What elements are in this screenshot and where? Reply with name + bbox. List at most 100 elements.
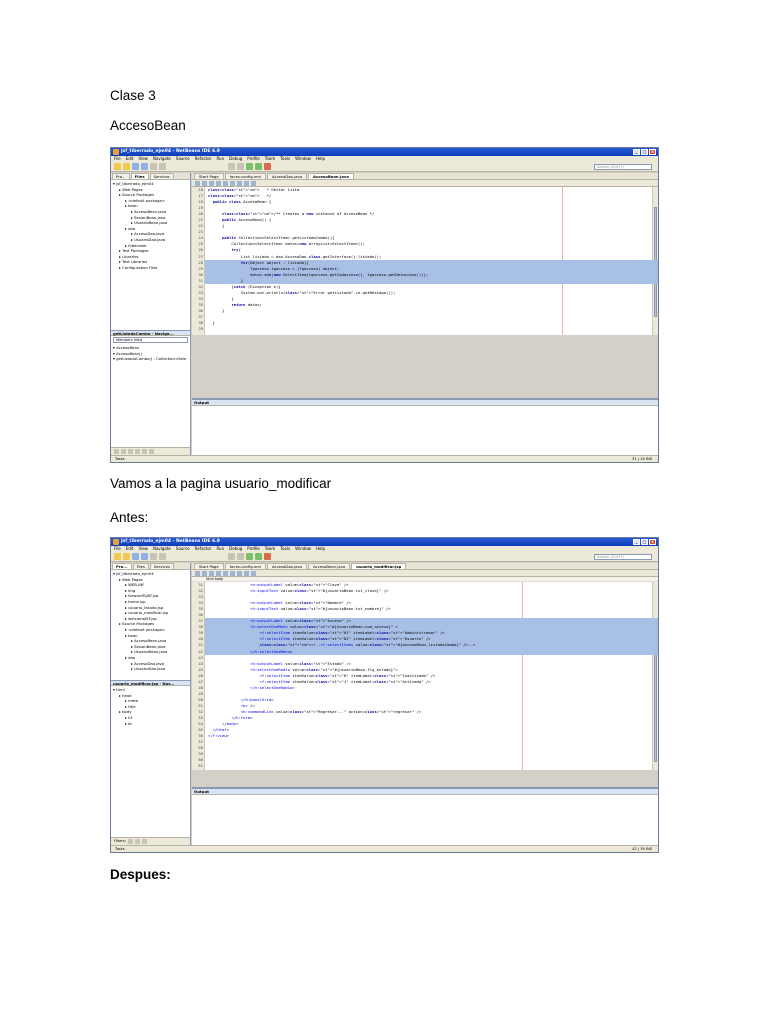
comment-icon[interactable] — [237, 180, 242, 186]
projects-tabs-item[interactable]: Services — [149, 173, 174, 179]
code-text[interactable] — [205, 326, 658, 332]
history-icon[interactable] — [202, 180, 207, 186]
filter-icon[interactable] — [149, 449, 154, 454]
output-pane: Output — [192, 398, 658, 455]
new-file-icon[interactable] — [114, 553, 121, 560]
back-icon[interactable] — [209, 570, 214, 576]
code-editor[interactable]: 16 class=class="st">"cm"> * Getter Lista 1… — [192, 187, 658, 335]
window-titlebar: jsf_tiberrado_ejm04 - NetBeans IDE 6.9 _… — [111, 148, 658, 156]
code-line[interactable]: 61 — [192, 763, 658, 769]
macro-icon[interactable] — [251, 570, 256, 576]
open-project-icon[interactable] — [132, 163, 139, 170]
run-icon[interactable] — [246, 163, 253, 170]
editor-tabs-item[interactable]: faces-config.xml — [224, 173, 266, 179]
search-input[interactable]: Search (Ctrl+I) — [594, 164, 652, 170]
debug-icon[interactable] — [255, 553, 262, 560]
status-bar: Tasks 31 | 14 INS — [111, 455, 658, 462]
output-pane: Output — [192, 787, 658, 845]
tasks-label[interactable]: Tasks — [115, 847, 125, 851]
source-icon[interactable] — [195, 180, 200, 186]
toggle-bookmark-icon[interactable] — [230, 180, 235, 186]
maximize-button[interactable]: □ — [641, 149, 648, 155]
editor-tabs-item[interactable]: usuario_modificar.jsp — [351, 563, 407, 569]
search-input[interactable]: Search (Ctrl+I) — [594, 554, 652, 560]
filter-icon[interactable] — [128, 449, 133, 454]
projects-tabs-item[interactable]: Files — [132, 563, 149, 569]
filter-icon[interactable] — [141, 839, 147, 844]
debug-icon[interactable] — [255, 163, 262, 170]
projects-pane: Pro... Files Services ▾ jsf_tiberrado_ejm0… — [111, 563, 191, 845]
comment-icon[interactable] — [237, 570, 242, 576]
redo-icon[interactable] — [159, 553, 166, 560]
clean-build-icon[interactable] — [237, 163, 244, 170]
navigator-toolbar: Filters: — [111, 837, 190, 845]
netbeans-screenshot-usuario-modificar: jsf_tiberrado_ejm04 - NetBeans IDE 6.9 _… — [110, 537, 659, 853]
filters-label: Filters: — [114, 839, 126, 843]
line-number: 39 — [198, 326, 203, 332]
find-icon[interactable] — [223, 570, 228, 576]
close-button[interactable]: × — [649, 539, 656, 545]
tree-node[interactable]: ▸ Configuration Files — [113, 265, 188, 271]
filter-icon[interactable] — [134, 839, 140, 844]
toggle-bookmark-icon[interactable] — [230, 570, 235, 576]
netbeans-icon — [113, 539, 119, 545]
save-all-icon[interactable] — [141, 163, 148, 170]
build-icon[interactable] — [228, 553, 235, 560]
editor-tabs-item[interactable]: AccesoBean.java — [307, 173, 354, 179]
new-file-icon[interactable] — [114, 163, 121, 170]
code-editor[interactable]: 31 <h:outputLabel value=class="st">"Clav… — [192, 582, 658, 770]
history-icon[interactable] — [202, 570, 207, 576]
projects-tabs-item[interactable]: Pro... — [112, 563, 132, 569]
code-text[interactable] — [205, 763, 658, 769]
editor-tabs-item[interactable]: Start Page — [194, 563, 224, 569]
build-icon[interactable] — [228, 163, 235, 170]
clean-build-icon[interactable] — [237, 553, 244, 560]
caret-position: 31 | 14 INS — [632, 457, 652, 461]
tree-node[interactable]: ▸ br — [113, 721, 188, 727]
code-line[interactable]: 39 — [192, 326, 658, 332]
tree-node[interactable]: ▾ getListadoCombo() : Collection<Sele — [113, 356, 188, 362]
close-button[interactable]: × — [649, 149, 656, 155]
profile-icon[interactable] — [264, 553, 271, 560]
editor-tabs-item[interactable]: AccesoDao.java — [266, 173, 307, 179]
source-icon[interactable] — [195, 570, 200, 576]
run-icon[interactable] — [246, 553, 253, 560]
projects-tabs: Pro... Files Services — [111, 173, 190, 180]
heading-clase: Clase 3 — [110, 88, 156, 103]
heading-antes: Antes: — [110, 510, 149, 525]
macro-icon[interactable] — [251, 180, 256, 186]
new-project-icon[interactable] — [123, 553, 130, 560]
profile-icon[interactable] — [264, 163, 271, 170]
filter-icon[interactable] — [142, 449, 147, 454]
back-icon[interactable] — [209, 180, 214, 186]
uncomment-icon[interactable] — [244, 570, 249, 576]
editor-tabs-item[interactable]: AccesoDao.java — [266, 563, 307, 569]
editor-tabs-item[interactable]: Start Page — [194, 173, 224, 179]
forward-icon[interactable] — [216, 570, 221, 576]
redo-icon[interactable] — [159, 163, 166, 170]
projects-tabs-item[interactable]: Pro... — [112, 173, 130, 179]
projects-tabs-item[interactable]: Services — [149, 563, 174, 569]
status-bar: Tasks 42 | 39 INS — [111, 845, 658, 852]
filter-icon[interactable] — [135, 449, 140, 454]
editor-tabs-item[interactable]: faces-config.xml — [224, 563, 266, 569]
tree-node[interactable]: ▸ UsuarioDao.java — [113, 666, 188, 672]
minimize-button[interactable]: _ — [633, 539, 640, 545]
filter-icon[interactable] — [121, 449, 126, 454]
new-project-icon[interactable] — [123, 163, 130, 170]
forward-icon[interactable] — [216, 180, 221, 186]
filter-icon[interactable] — [127, 839, 133, 844]
navigator-view-select[interactable]: Members View — [113, 337, 188, 343]
open-project-icon[interactable] — [132, 553, 139, 560]
uncomment-icon[interactable] — [244, 180, 249, 186]
undo-icon[interactable] — [150, 163, 157, 170]
projects-tabs-item[interactable]: Files — [130, 173, 149, 179]
find-icon[interactable] — [223, 180, 228, 186]
tasks-label[interactable]: Tasks — [115, 457, 125, 461]
minimize-button[interactable]: _ — [633, 149, 640, 155]
editor-tabs-item[interactable]: AccesoBean.java — [307, 563, 351, 569]
filter-icon[interactable] — [114, 449, 119, 454]
maximize-button[interactable]: □ — [641, 539, 648, 545]
undo-icon[interactable] — [150, 553, 157, 560]
save-all-icon[interactable] — [141, 553, 148, 560]
